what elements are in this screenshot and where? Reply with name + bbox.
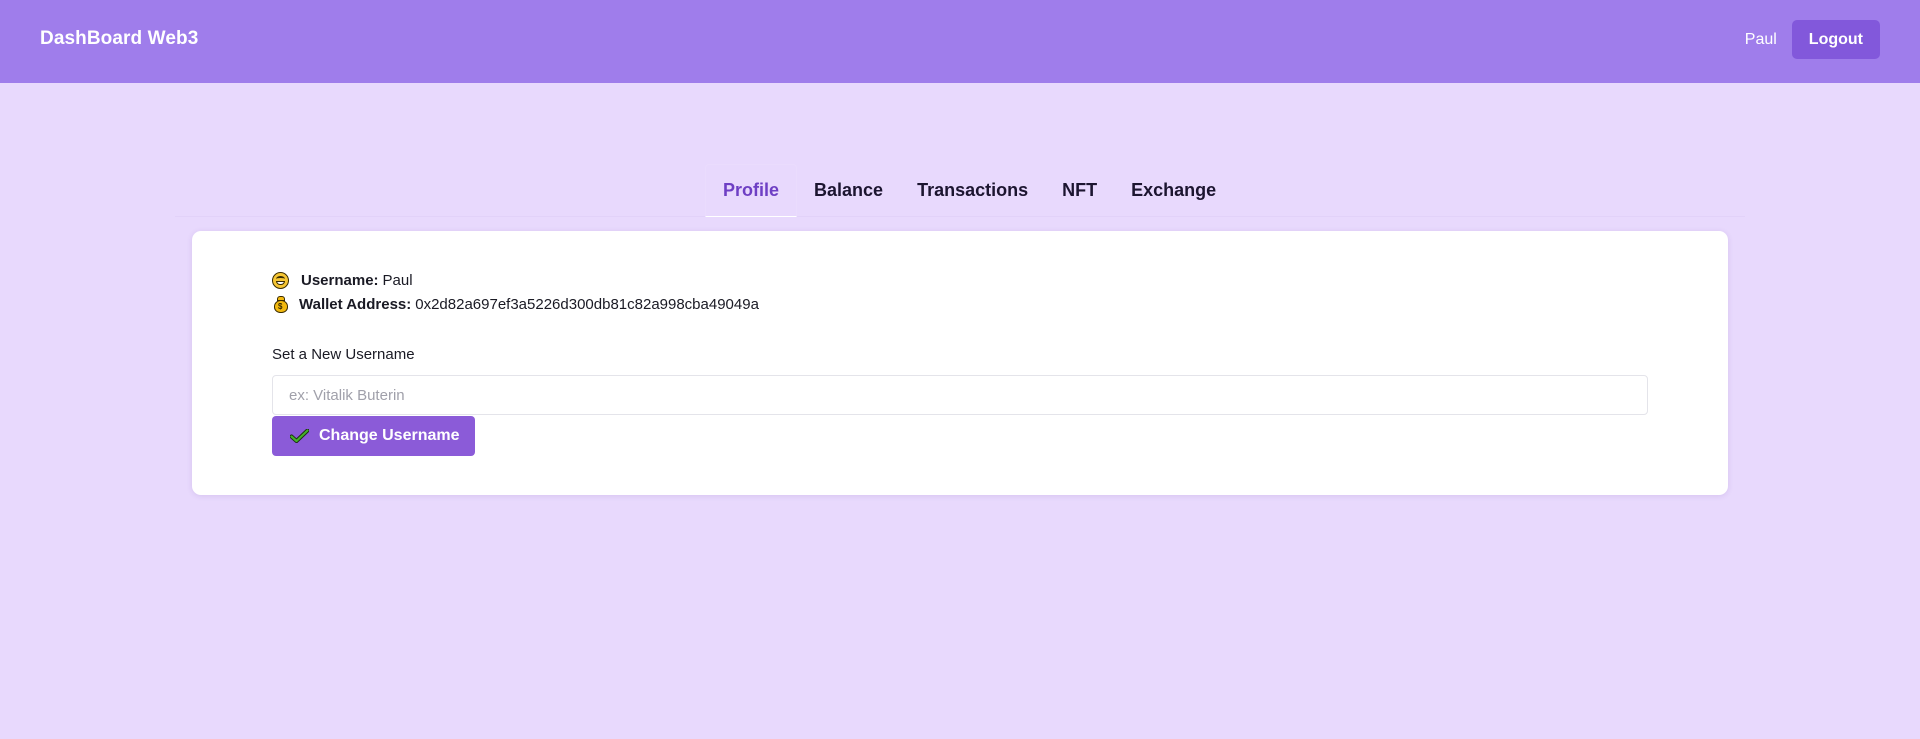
wallet-info: $ Wallet Address: 0x2d82a697ef3a5226d300… [272,296,759,313]
tab-exchange[interactable]: Exchange [1114,164,1233,216]
check-mark-icon [290,429,309,443]
new-username-label: Set a New Username [272,346,415,363]
tab-nft[interactable]: NFT [1045,164,1114,216]
tab-balance[interactable]: Balance [797,164,900,216]
money-bag-icon: $ [274,296,288,313]
brand-title[interactable]: DashBoard Web3 [40,28,198,50]
username-key: Username: [301,272,379,289]
profile-card: Username: Paul $ Wallet Address: 0x2d82a… [192,231,1728,495]
wallet-address-value: 0x2d82a697ef3a5226d300db81c82a998cba4904… [415,296,759,313]
wallet-key: Wallet Address: [299,296,412,313]
username-value: Paul [382,272,413,289]
current-user-name: Paul [1744,30,1777,48]
change-username-button[interactable]: Change Username [272,416,475,456]
username-info: Username: Paul [272,272,413,289]
tab-bar: Profile Balance Transactions NFT Exchang… [175,164,1745,217]
top-navbar: DashBoard Web3 Paul Logout [0,0,1920,83]
change-username-label: Change Username [319,427,460,444]
tab-transactions[interactable]: Transactions [900,164,1045,216]
new-username-input[interactable] [272,375,1648,415]
grinning-face-icon [272,272,289,289]
logout-button[interactable]: Logout [1791,20,1880,59]
tab-list: Profile Balance Transactions NFT Exchang… [705,164,1233,217]
navbar-user-area: Paul Logout [1745,20,1880,59]
tab-profile[interactable]: Profile [705,164,798,217]
